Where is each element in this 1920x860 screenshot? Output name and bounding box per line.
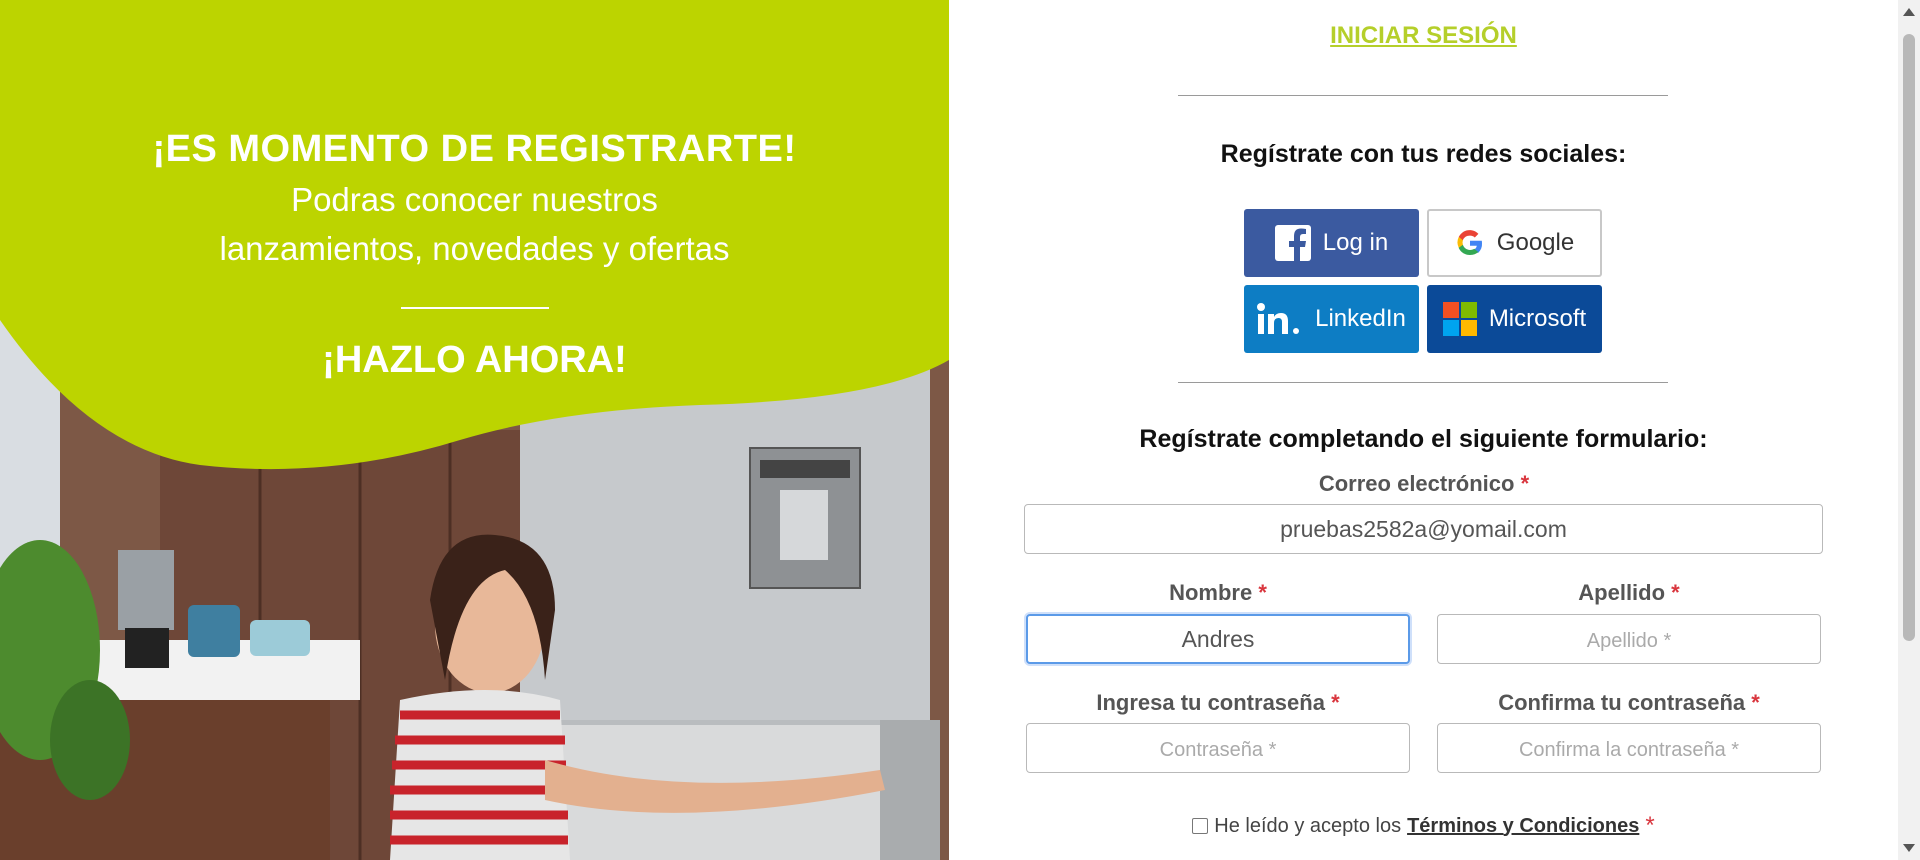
first-name-label: Nombre * bbox=[1026, 580, 1410, 606]
hero-banner: ¡ES MOMENTO DE REGISTRARTE! Podras conoc… bbox=[0, 0, 949, 860]
social-title: Regístrate con tus redes sociales: bbox=[1220, 140, 1627, 168]
linkedin-button-label: LinkedIn bbox=[1315, 305, 1406, 332]
divider-top bbox=[1178, 95, 1668, 96]
microsoft-button-label: Microsoft bbox=[1488, 305, 1587, 332]
email-label: Correo electrónico * bbox=[1024, 471, 1824, 497]
email-label-text: Correo electrónico bbox=[1318, 471, 1515, 496]
register-panel: INICIAR SESIÓN Regístrate con tus redes … bbox=[949, 0, 1898, 860]
terms-link[interactable]: Términos y Condiciones bbox=[1407, 815, 1639, 838]
confirm-password-field[interactable] bbox=[1437, 723, 1821, 773]
linkedin-icon bbox=[1257, 303, 1300, 334]
required-mark: * bbox=[1751, 690, 1760, 715]
google-login-button[interactable]: Google bbox=[1427, 209, 1602, 277]
scroll-up-arrow-icon[interactable] bbox=[1903, 8, 1915, 16]
hero-subline-1: Podras conocer nuestros bbox=[291, 181, 658, 218]
terms-prefix: He leído y acepto los bbox=[1214, 814, 1402, 837]
terms-checkbox[interactable] bbox=[1192, 818, 1209, 834]
hero-subline-2: lanzamientos, novedades y ofertas bbox=[219, 230, 730, 267]
page-scrollbar[interactable] bbox=[1898, 0, 1920, 860]
first-name-label-text: Nombre bbox=[1169, 580, 1253, 605]
password-label-text: Ingresa tu contraseña bbox=[1096, 690, 1325, 715]
divider-bottom bbox=[1178, 382, 1668, 383]
login-link[interactable]: INICIAR SESIÓN bbox=[949, 22, 1898, 50]
microsoft-login-button[interactable]: Microsoft bbox=[1427, 285, 1602, 353]
facebook-login-button[interactable]: Log in bbox=[1244, 209, 1419, 277]
facebook-icon bbox=[1274, 225, 1311, 261]
terms-row: He leído y acepto los Términos y Condici… bbox=[949, 812, 1898, 840]
scrollbar-thumb[interactable] bbox=[1903, 34, 1915, 641]
email-field[interactable] bbox=[1024, 504, 1823, 554]
hero-cta: ¡HAZLO AHORA! bbox=[322, 339, 627, 381]
last-name-field[interactable] bbox=[1437, 614, 1821, 664]
required-mark: * bbox=[1645, 812, 1655, 839]
microsoft-icon bbox=[1442, 302, 1477, 336]
google-icon bbox=[1457, 230, 1482, 256]
scroll-down-arrow-icon[interactable] bbox=[1903, 844, 1915, 852]
password-field[interactable] bbox=[1026, 723, 1410, 773]
required-mark: * bbox=[1520, 471, 1530, 496]
last-name-label-text: Apellido bbox=[1578, 580, 1666, 605]
confirm-password-label: Confirma tu contraseña * bbox=[1437, 690, 1821, 716]
required-mark: * bbox=[1671, 580, 1680, 605]
last-name-label: Apellido * bbox=[1437, 580, 1821, 606]
hero-divider bbox=[400, 307, 549, 309]
form-title: Regístrate completando el siguiente form… bbox=[1139, 425, 1708, 453]
required-mark: * bbox=[1258, 580, 1267, 605]
confirm-password-label-text: Confirma tu contraseña bbox=[1498, 690, 1746, 715]
google-button-label: Google bbox=[1496, 229, 1575, 256]
hero-headline-block: ¡ES MOMENTO DE REGISTRARTE! Podras conoc… bbox=[0, 128, 949, 382]
hero-headline: ¡ES MOMENTO DE REGISTRARTE! bbox=[152, 128, 797, 170]
required-mark: * bbox=[1331, 690, 1340, 715]
first-name-field[interactable] bbox=[1026, 614, 1410, 664]
password-label: Ingresa tu contraseña * bbox=[1026, 690, 1410, 716]
linkedin-login-button[interactable]: LinkedIn bbox=[1244, 285, 1419, 353]
facebook-button-label: Log in bbox=[1322, 229, 1389, 256]
